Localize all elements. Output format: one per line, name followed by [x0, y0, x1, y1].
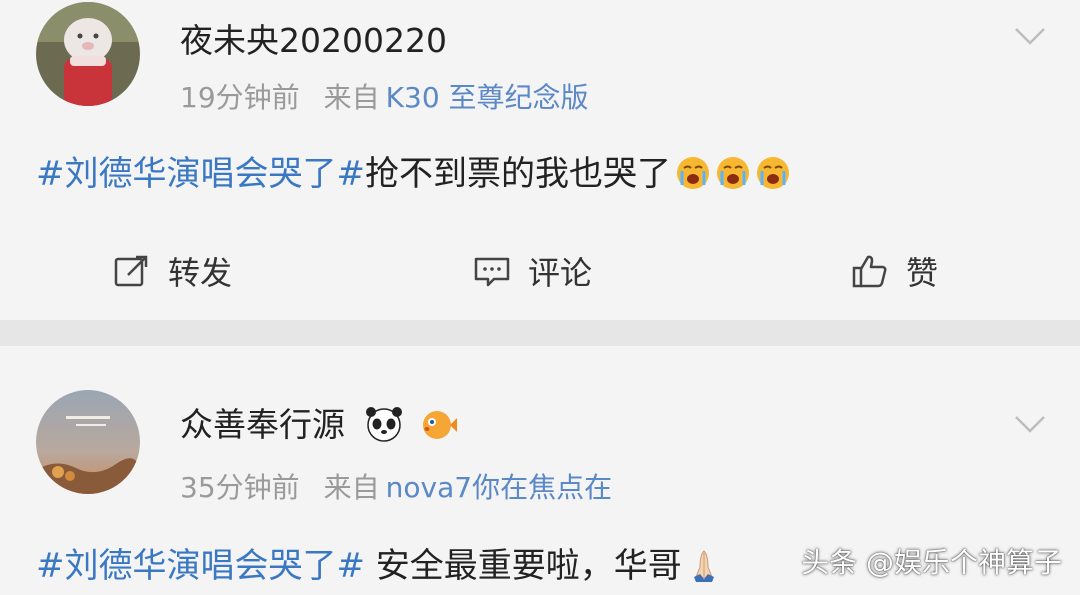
- post-meta: 35分钟前 来自 nova7你在焦点在: [180, 466, 612, 506]
- comment-icon: [474, 257, 510, 287]
- comment-button[interactable]: 评论: [472, 248, 592, 294]
- post-text: 安全最重要啦，华哥: [364, 546, 682, 586]
- username[interactable]: 众善奉行源: [180, 398, 458, 446]
- chevron-down-icon[interactable]: [1012, 406, 1048, 442]
- post-meta: 19分钟前 来自 K30 至尊纪念版: [180, 76, 589, 116]
- avatar[interactable]: [36, 2, 140, 106]
- watermark: 头条 @娱乐个神算子: [801, 546, 1062, 579]
- post-source[interactable]: nova7你在焦点在: [386, 471, 612, 504]
- repost-button[interactable]: 转发: [112, 248, 232, 294]
- crying-face-icon: [756, 157, 789, 189]
- thumbs-up-icon: [852, 255, 887, 288]
- praying-hands-icon: [693, 550, 714, 582]
- source-prefix: 来自: [323, 81, 380, 114]
- username[interactable]: 夜未央20200220: [180, 14, 447, 62]
- source-prefix: 来自: [323, 471, 380, 504]
- repost-icon: [114, 255, 148, 287]
- post-content: #刘德华演唱会哭了#抢不到票的我也哭了: [36, 146, 791, 195]
- post-content: #刘德华演唱会哭了# 安全最重要啦，华哥: [36, 538, 722, 587]
- username-text: 众善奉行源: [180, 405, 345, 444]
- repost-label: 转发: [168, 254, 233, 292]
- action-bar: 转发 评论 赞: [0, 248, 1080, 298]
- like-button[interactable]: 赞: [850, 248, 938, 294]
- pufferfish-icon: [423, 411, 457, 439]
- post-time: 19分钟前: [180, 81, 300, 114]
- post-time: 35分钟前: [180, 471, 300, 504]
- crying-face-icon: [716, 157, 749, 189]
- like-label: 赞: [906, 254, 939, 292]
- crying-face-icon: [676, 157, 709, 189]
- weibo-post-1: 夜未央20200220 19分钟前 来自 K30 至尊纪念版 #刘德华演唱会哭了#抢…: [0, 0, 1080, 320]
- post-source[interactable]: K30 至尊纪念版: [386, 81, 589, 114]
- topic-link[interactable]: #刘德华演唱会哭了#: [36, 154, 365, 194]
- comment-label: 评论: [528, 254, 593, 292]
- post-divider: [0, 320, 1080, 346]
- panda-icon: [365, 407, 402, 442]
- chevron-down-icon[interactable]: [1012, 18, 1048, 54]
- post-text: 抢不到票的我也哭了: [364, 154, 671, 194]
- topic-link[interactable]: #刘德华演唱会哭了#: [36, 546, 365, 586]
- avatar[interactable]: [36, 390, 140, 494]
